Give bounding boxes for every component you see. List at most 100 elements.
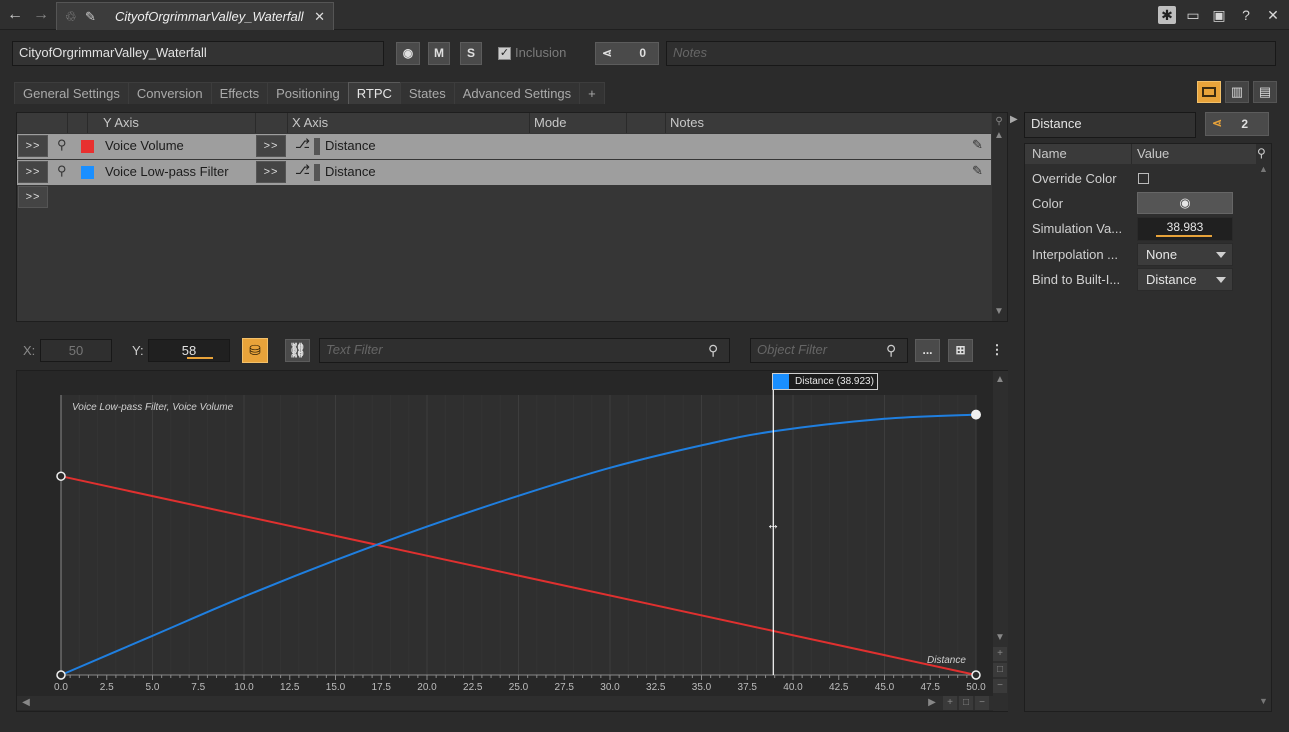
color-palette-button[interactable]: ◉	[396, 42, 420, 65]
x-axis-label: Distance	[927, 655, 966, 666]
color-swatch	[314, 138, 320, 155]
object-filter-input[interactable]: Object Filter	[750, 338, 908, 363]
help-icon[interactable]: ?	[1237, 6, 1255, 24]
zoom-fit-icon[interactable]: □	[993, 663, 1007, 677]
scroll-down-icon[interactable]: ▼	[992, 305, 1006, 319]
color-swatch	[81, 166, 94, 179]
graph-vertical-scrollbar[interactable]: ▲ ▼ + □ −	[993, 371, 1008, 711]
expand-button[interactable]: >>	[256, 161, 286, 183]
table-row[interactable]: >> ⚲ Voice Low-pass Filter >> ⎇ Distance…	[17, 160, 991, 185]
layout-single-icon[interactable]	[1197, 81, 1221, 103]
y-axis-cell: Voice Low-pass Filter	[105, 164, 229, 179]
scroll-up-icon[interactable]: ▲	[993, 373, 1007, 387]
simulation-value-slider[interactable]	[1156, 235, 1212, 237]
rtpc-name-field[interactable]: Distance	[1024, 112, 1196, 138]
scroll-right-icon[interactable]: ▶	[925, 696, 939, 710]
x-tick-label: 37.5	[738, 682, 758, 693]
control-point-selected	[971, 409, 981, 420]
layout-horizontal-split-icon[interactable]: ▤	[1253, 81, 1277, 103]
zoom-in-horizontal-icon[interactable]: +	[943, 696, 957, 710]
close-tab-icon[interactable]: ✕	[314, 3, 325, 30]
interpolation-select[interactable]: None	[1137, 243, 1233, 266]
tab-title: CityofOrgrimmarValley_Waterfall	[115, 9, 304, 24]
vertical-menu-icon[interactable]: ⋮	[988, 339, 1006, 362]
x-tick-label: 12.5	[280, 682, 300, 693]
tab-positioning[interactable]: Positioning	[267, 82, 349, 104]
tab-conversion[interactable]: Conversion	[127, 82, 212, 104]
collapse-panel-icon[interactable]: ▶	[1010, 114, 1018, 125]
edit-pencil-icon[interactable]: ✎	[972, 137, 983, 153]
zoom-in-icon[interactable]: +	[993, 647, 1007, 661]
save-icon[interactable]: ▣	[1210, 6, 1228, 24]
search-icon[interactable]: ⚲	[1257, 146, 1266, 160]
references-icon: ⋖	[1212, 116, 1223, 130]
references-button[interactable]: ⋖ 2	[1205, 112, 1269, 136]
prop-bind-to-builtin: Bind to Built-I...	[1032, 272, 1121, 287]
table-row[interactable]: >> ⚲ Voice Volume >> ⎇ Distance ✎	[17, 134, 991, 159]
bind-builtin-select[interactable]: Distance	[1137, 268, 1233, 291]
inclusion-checkbox[interactable]: ✓	[498, 47, 511, 60]
mute-button[interactable]: M	[428, 42, 450, 65]
notes-field[interactable]: Notes	[666, 41, 1276, 66]
header-name[interactable]: Name	[1032, 145, 1067, 163]
tab-add[interactable]: +	[579, 82, 605, 104]
header-mode[interactable]: Mode	[534, 114, 567, 132]
tab-effects[interactable]: Effects	[210, 82, 269, 104]
layout-vertical-split-icon[interactable]: ▥	[1225, 81, 1249, 103]
forward-arrow-icon[interactable]: →	[31, 5, 51, 25]
y-value-field[interactable]: 58	[148, 339, 230, 362]
table-scrollbar[interactable]: ⚲ ▲ ▼	[992, 113, 1007, 321]
pin-icon[interactable]: ⚲	[57, 137, 67, 153]
folder-open-icon[interactable]: ▭	[1184, 6, 1202, 24]
expand-button[interactable]: >>	[256, 135, 286, 157]
search-icon[interactable]: ⚲	[992, 115, 1006, 129]
scroll-left-icon[interactable]: ◀	[19, 696, 33, 710]
scroll-down-icon[interactable]: ▼	[1259, 696, 1268, 706]
header-value[interactable]: Value	[1137, 145, 1169, 163]
tab-advanced-settings[interactable]: Advanced Settings	[453, 82, 581, 104]
close-window-icon[interactable]: ✕	[1264, 6, 1282, 24]
tab-rtpc[interactable]: RTPC	[347, 82, 401, 104]
edit-pencil-icon[interactable]: ✎	[972, 163, 983, 179]
graph-horizontal-scrollbar[interactable]: ◀ ▶ + □ −	[17, 696, 993, 710]
tab-general-settings[interactable]: General Settings	[14, 82, 129, 104]
share-button[interactable]: ⋖ 0	[595, 42, 659, 65]
resize-cursor-icon: ↔	[766, 516, 780, 532]
override-color-checkbox[interactable]	[1138, 173, 1149, 184]
tab-states[interactable]: States	[399, 82, 455, 104]
rtpc-graph[interactable]: 0.0 2.5 5.0 7.5 10.0 12.5 15.0 17.5 20.0 22.5 25.0…	[17, 371, 993, 711]
x-axis-cell: Distance	[325, 164, 376, 179]
zoom-fit-horizontal-icon[interactable]: □	[959, 696, 973, 710]
pin-star-icon[interactable]: ✱	[1158, 6, 1176, 24]
solo-button[interactable]: S	[460, 42, 482, 65]
simulation-value-field[interactable]: 38.983	[1137, 217, 1233, 241]
header-y-axis[interactable]: Y Axis	[103, 114, 139, 132]
link-icon[interactable]: ⛓	[285, 339, 310, 362]
control-point	[971, 670, 981, 680]
expand-button[interactable]: >>	[18, 161, 48, 183]
prop-simulation-value: Simulation Va...	[1032, 221, 1123, 236]
object-name-field[interactable]: CityofOrgrimmarValley_Waterfall	[12, 41, 384, 66]
scroll-up-icon[interactable]: ▲	[1259, 164, 1268, 174]
scroll-down-icon[interactable]: ▼	[993, 631, 1007, 645]
x-value-field[interactable]: 50	[40, 339, 112, 362]
expand-button[interactable]: >>	[18, 135, 48, 157]
add-row-expand-button[interactable]: >>	[18, 186, 48, 208]
more-options-button[interactable]: ...	[915, 339, 940, 362]
zoom-out-horizontal-icon[interactable]: −	[975, 696, 989, 710]
select-object-icon[interactable]: ⊞	[948, 339, 973, 362]
scroll-up-icon[interactable]: ▲	[992, 129, 1006, 143]
text-filter-input[interactable]: Text Filter	[319, 338, 730, 363]
x-tick-label: 10.0	[234, 682, 254, 693]
zoom-out-icon[interactable]: −	[993, 679, 1007, 693]
editor-tab[interactable]: ♲ ✎ CityofOrgrimmarValley_Waterfall ✕	[56, 2, 334, 30]
x-tick-label: 25.0	[509, 682, 529, 693]
property-tabs: General Settings Conversion Effects Positio…	[14, 82, 605, 104]
back-arrow-icon[interactable]: ←	[5, 5, 25, 25]
pin-icon[interactable]: ⚲	[57, 163, 67, 179]
header-notes[interactable]: Notes	[670, 114, 704, 132]
snap-to-grid-icon[interactable]: ⛁	[242, 338, 268, 363]
rtpc-table-header: Y Axis X Axis Mode Notes	[17, 113, 991, 133]
header-x-axis[interactable]: X Axis	[292, 114, 328, 132]
color-picker-button[interactable]: ◉	[1137, 192, 1233, 214]
